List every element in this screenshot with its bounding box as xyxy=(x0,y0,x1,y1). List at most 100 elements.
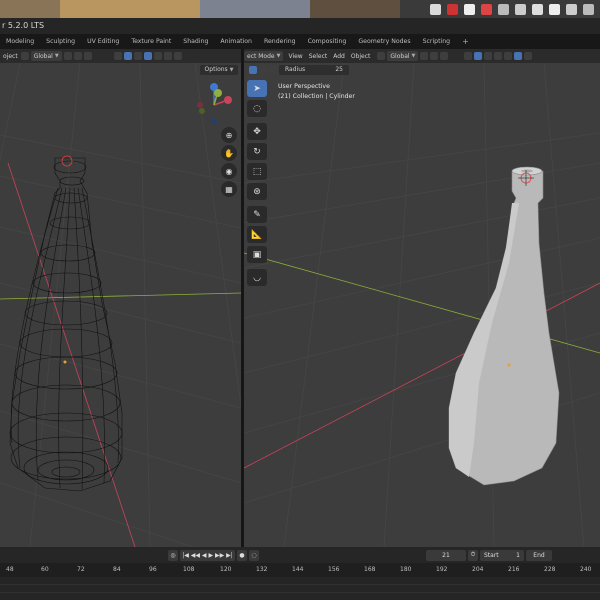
battery-icon[interactable] xyxy=(549,3,560,15)
right-3d-viewport[interactable]: Radius 25 ➤ ◌ ✥ ↻ ⬚ ⊛ ✎ 📐 ▣ ◡ User Persp… xyxy=(244,63,600,547)
pivot-icon[interactable] xyxy=(420,52,429,60)
frame-tick: 132 xyxy=(256,566,268,573)
select-extend-icon[interactable] xyxy=(259,66,267,74)
view-menu[interactable]: View xyxy=(285,51,305,61)
system-tray xyxy=(400,0,600,18)
gizmo-toggle-icon[interactable] xyxy=(123,52,132,60)
wireframe-shading-icon[interactable] xyxy=(153,52,162,60)
rotate-tool-icon[interactable]: ↻ xyxy=(247,143,267,160)
tab-rendering[interactable]: Rendering xyxy=(258,38,302,45)
annotate-tool-icon[interactable]: ✎ xyxy=(247,206,267,223)
orientation-label: Global xyxy=(390,52,410,60)
xray-icon[interactable] xyxy=(494,52,503,60)
bluetooth-icon[interactable] xyxy=(515,3,526,15)
frame-ruler[interactable]: 48 60 72 84 96 108 120 132 144 156 168 1… xyxy=(0,563,600,577)
tool-shelf: ➤ ◌ ✥ ↻ ⬚ ⊛ ✎ 📐 ▣ ◡ xyxy=(247,80,269,289)
object-menu[interactable]: Object xyxy=(348,51,374,61)
frame-tick: 108 xyxy=(183,566,195,573)
tab-texture-paint[interactable]: Texture Paint xyxy=(125,38,177,45)
chrome-icon[interactable] xyxy=(481,3,492,15)
viewport-grid xyxy=(244,63,600,547)
tab-modeling[interactable]: Modeling xyxy=(0,38,40,45)
start-frame-field[interactable]: Start 1 xyxy=(480,549,524,561)
material-shading-icon[interactable] xyxy=(524,52,533,60)
background-photo xyxy=(310,0,400,18)
grid-view-icon[interactable]: ▦ xyxy=(221,181,237,197)
frame-tick: 144 xyxy=(292,566,304,573)
tab-geometry-nodes[interactable]: Geometry Nodes xyxy=(352,38,416,45)
solid-shading-icon[interactable] xyxy=(514,52,523,60)
end-label: End xyxy=(533,551,545,559)
tab-scripting[interactable]: Scripting xyxy=(417,38,457,45)
app-icon[interactable] xyxy=(430,3,441,15)
snap-icon[interactable] xyxy=(73,52,82,60)
orientation-dropdown[interactable]: Global ▼ xyxy=(387,51,419,61)
select-subtract-icon[interactable] xyxy=(269,66,277,74)
pan-hand-icon[interactable]: ✋ xyxy=(221,145,237,161)
wifi-icon[interactable] xyxy=(532,3,543,15)
transform-tool-icon[interactable]: ⊛ xyxy=(247,183,267,200)
mode-label: ect Mode xyxy=(247,52,275,60)
visibility-icon[interactable] xyxy=(113,52,122,60)
end-frame-field[interactable]: End xyxy=(526,549,552,561)
current-frame-field[interactable]: 21 xyxy=(426,549,466,561)
viewport-grid xyxy=(0,63,241,547)
object-origin xyxy=(63,360,67,364)
zoom-icon[interactable]: ⊕ xyxy=(221,127,237,143)
select-tool-icon[interactable]: ➤ xyxy=(247,80,267,97)
wireframe-shading-icon[interactable] xyxy=(504,52,513,60)
orientation-icon xyxy=(377,52,386,60)
os-menubar xyxy=(0,0,600,18)
keyframe-icon[interactable]: ◎ xyxy=(168,549,178,561)
chevron-down-icon: ▼ xyxy=(54,53,59,59)
tab-shading[interactable]: Shading xyxy=(177,38,214,45)
pivot-icon[interactable] xyxy=(63,52,72,60)
measure-tool-icon[interactable]: 📐 xyxy=(247,226,267,243)
tab-sculpting[interactable]: Sculpting xyxy=(40,38,81,45)
add-menu[interactable]: Add xyxy=(330,51,348,61)
orientation-dropdown[interactable]: Global ▼ xyxy=(30,51,62,61)
camera-icon[interactable]: ◉ xyxy=(221,163,237,179)
timeline-area[interactable] xyxy=(0,577,600,600)
options-dropdown[interactable]: Options ▼ xyxy=(200,65,238,75)
overlay-icon[interactable] xyxy=(133,52,142,60)
select-menu[interactable]: Select xyxy=(306,51,331,61)
proportional-icon[interactable] xyxy=(83,52,92,60)
playback-controls[interactable]: |◀ ◀◀ ◀ ▶ ▶▶ ▶| xyxy=(180,549,235,561)
move-tool-icon[interactable]: ✥ xyxy=(247,123,267,140)
snap-icon[interactable] xyxy=(430,52,439,60)
add-cube-tool-icon[interactable]: ▣ xyxy=(247,246,267,263)
shield-icon[interactable] xyxy=(498,3,509,15)
frame-tick: 228 xyxy=(544,566,556,573)
material-shading-icon[interactable] xyxy=(173,52,182,60)
search-icon[interactable] xyxy=(566,3,577,15)
gizmo-toggle-icon[interactable] xyxy=(474,52,483,60)
tab-compositing[interactable]: Compositing xyxy=(302,38,353,45)
auto-key-icon[interactable]: ● xyxy=(237,549,247,561)
select-mode-icon[interactable] xyxy=(249,66,257,74)
add-workspace-button[interactable]: + xyxy=(456,37,475,46)
gizmo-x-axis[interactable] xyxy=(224,96,232,104)
cursor-tool-icon[interactable]: ◌ xyxy=(247,100,267,117)
record-icon[interactable] xyxy=(447,3,458,15)
tab-uv-editing[interactable]: UV Editing xyxy=(81,38,125,45)
cloud-icon[interactable] xyxy=(464,3,475,15)
object-menu[interactable]: oject xyxy=(0,51,21,61)
navigation-gizmo[interactable] xyxy=(190,81,240,131)
radius-field[interactable]: Radius 25 xyxy=(279,65,349,75)
keying-set-icon[interactable]: ◌ xyxy=(249,549,259,561)
gizmo-y-axis[interactable] xyxy=(214,89,222,97)
overlay-icon[interactable] xyxy=(484,52,493,60)
tab-animation[interactable]: Animation xyxy=(214,38,258,45)
visibility-icon[interactable] xyxy=(464,52,473,60)
left-3d-viewport[interactable]: Options ▼ ⊕ ✋ ◉ ▦ xyxy=(0,63,241,547)
smooth-tool-icon[interactable]: ◡ xyxy=(247,269,267,286)
solid-shading-icon[interactable] xyxy=(163,52,172,60)
scale-tool-icon[interactable]: ⬚ xyxy=(247,163,267,180)
radius-value: 25 xyxy=(335,66,343,73)
control-center-icon[interactable] xyxy=(583,3,594,15)
clock-icon[interactable]: ⏱ xyxy=(468,549,478,561)
mode-dropdown[interactable]: ect Mode ▼ xyxy=(244,51,284,61)
xray-icon[interactable] xyxy=(143,52,152,60)
proportional-icon[interactable] xyxy=(440,52,449,60)
